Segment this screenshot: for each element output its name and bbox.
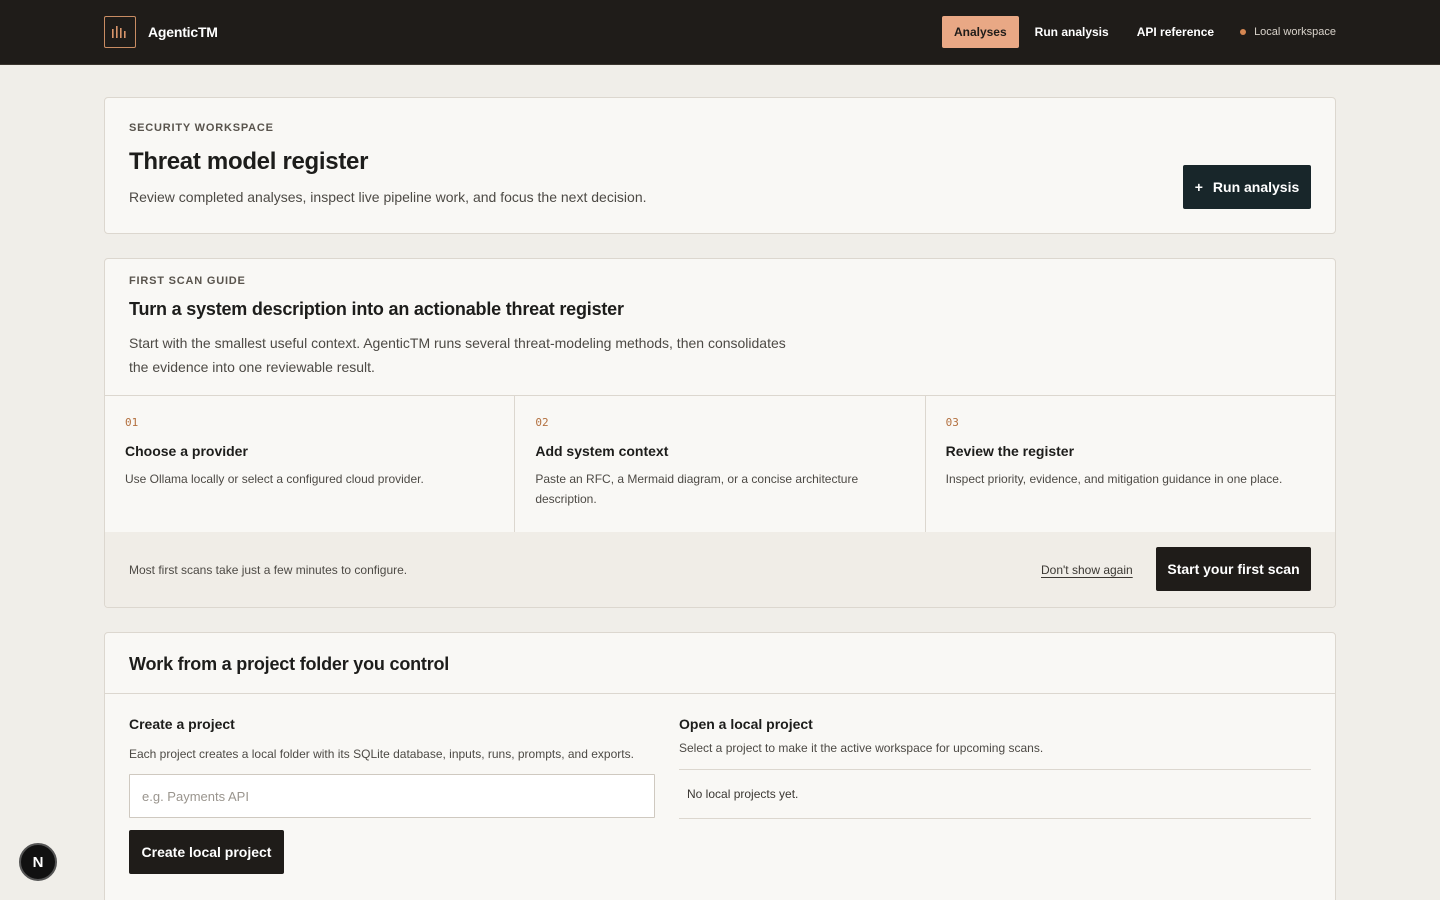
open-project-description: Select a project to make it the active w… <box>679 741 1044 755</box>
workspace-status: Local workspace <box>1240 26 1336 38</box>
step-description: Use Ollama locally or select a configure… <box>125 472 424 486</box>
app-name: AgenticTM <box>148 24 218 40</box>
step-number: 02 <box>535 416 549 429</box>
step-title: Add system context <box>535 443 669 459</box>
step-description: Paste an RFC, a Mermaid diagram, or a co… <box>535 472 859 506</box>
guide-footer-note: Most first scans take just a few minutes… <box>129 563 408 577</box>
brand[interactable]: AgenticTM <box>104 16 218 48</box>
top-bar: AgenticTM Analyses Run analysis API refe… <box>0 0 1440 65</box>
run-analysis-button[interactable]: + Run analysis <box>1183 165 1311 209</box>
step-choose-provider: 01 Choose a provider Use Ollama locally … <box>105 396 514 532</box>
page-description: Review completed analyses, inspect live … <box>129 189 647 205</box>
guide-title: Turn a system description into an action… <box>129 299 624 319</box>
page-title: Threat model register <box>129 148 369 175</box>
run-analysis-label: Run analysis <box>1212 179 1300 195</box>
step-add-context: 02 Add system context Paste an RFC, a Me… <box>514 396 924 532</box>
projects-title: Work from a project folder you control <box>129 654 450 674</box>
guide-eyebrow: FIRST SCAN GUIDE <box>129 275 246 287</box>
guide-footer: Most first scans take just a few minutes… <box>105 532 1335 607</box>
step-number: 03 <box>945 416 959 429</box>
create-project-section: Create a project Each project creates a … <box>129 716 655 874</box>
step-title: Choose a provider <box>125 443 248 459</box>
project-name-input[interactable] <box>129 774 655 818</box>
nav-analyses[interactable]: Analyses <box>941 16 1019 48</box>
main-nav: Analyses Run analysis API reference Loca… <box>938 16 1336 48</box>
create-local-project-button[interactable]: Create local project <box>129 830 284 874</box>
step-title: Review the register <box>945 443 1075 459</box>
nav-run-analysis[interactable]: Run analysis <box>1023 16 1121 48</box>
status-dot-icon <box>1240 29 1247 35</box>
section-eyebrow: SECURITY WORKSPACE <box>129 122 274 134</box>
guide-steps: 01 Choose a provider Use Ollama locally … <box>105 395 1335 532</box>
empty-projects-message: No local projects yet. <box>679 769 1311 819</box>
create-project-title: Create a project <box>129 716 235 732</box>
bars-icon <box>104 16 136 48</box>
first-scan-guide: FIRST SCAN GUIDE Turn a system descripti… <box>104 258 1336 608</box>
guide-description: Start with the smallest useful context. … <box>129 335 786 375</box>
step-description: Inspect priority, evidence, and mitigati… <box>945 472 1283 486</box>
open-project-title: Open a local project <box>679 716 813 732</box>
register-header-card: SECURITY WORKSPACE Threat model register… <box>104 97 1336 234</box>
workspace-status-label: Local workspace <box>1254 26 1336 38</box>
open-project-section: Open a local project Select a project to… <box>679 716 1311 819</box>
start-first-scan-button[interactable]: Start your first scan <box>1156 547 1311 591</box>
projects-card: Work from a project folder you control C… <box>104 632 1336 900</box>
dev-tools-button[interactable]: N <box>19 843 57 881</box>
plus-icon: + <box>1194 179 1203 195</box>
dont-show-again-link[interactable]: Don't show again <box>1041 563 1133 577</box>
nav-api-reference[interactable]: API reference <box>1125 16 1226 48</box>
step-number: 01 <box>125 416 139 429</box>
step-review-register: 03 Review the register Inspect priority,… <box>924 396 1335 532</box>
divider <box>105 693 1335 694</box>
create-project-description: Each project creates a local folder with… <box>129 747 634 761</box>
